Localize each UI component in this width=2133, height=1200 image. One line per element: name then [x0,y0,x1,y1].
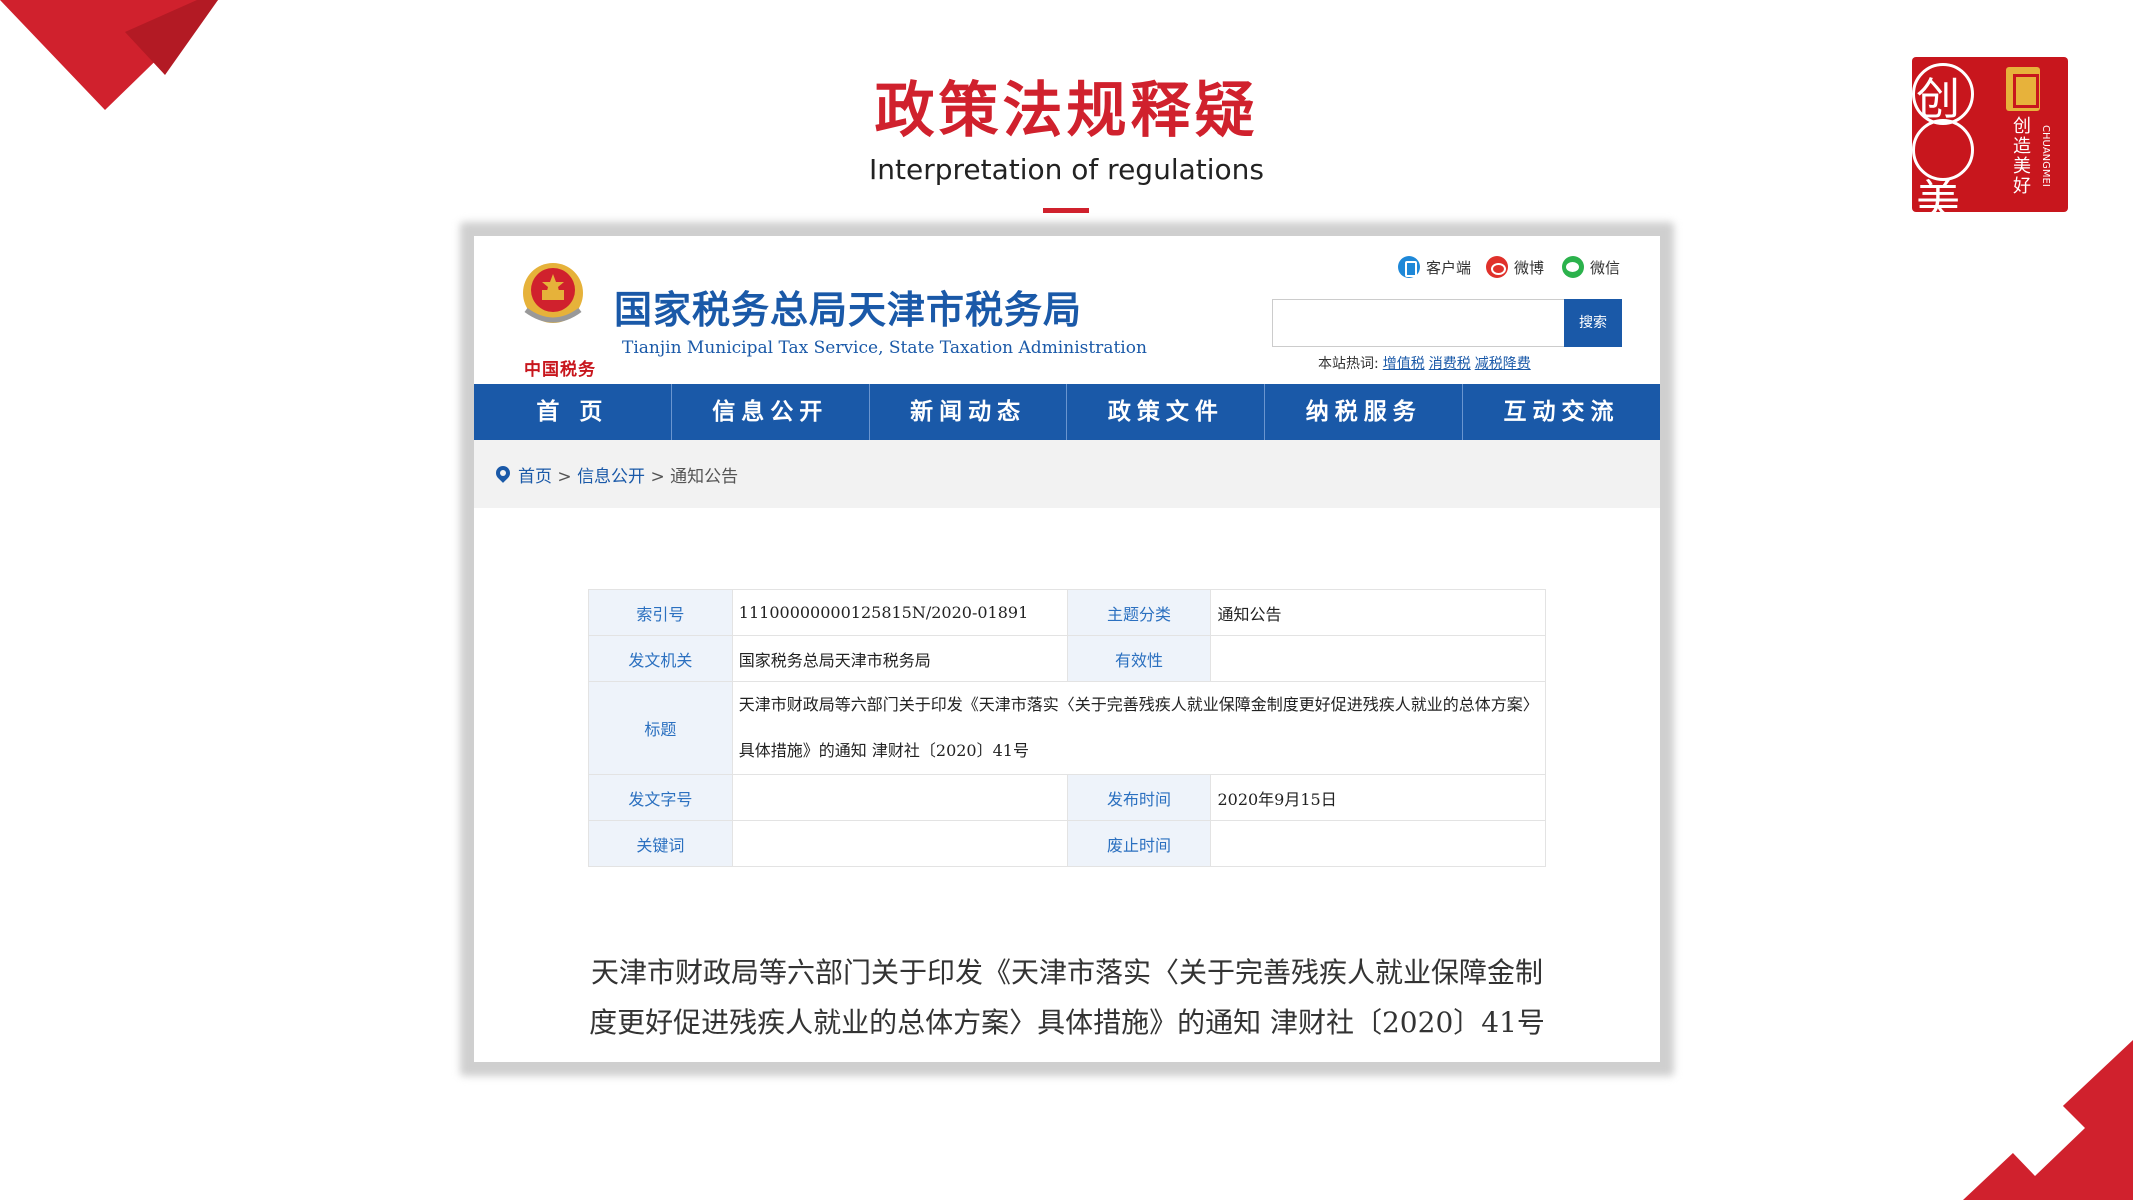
docno-value [731,774,1068,821]
nav-tax-service[interactable]: 纳税服务 [1265,384,1464,440]
breadcrumb-home[interactable]: 首页 [518,467,552,487]
slide-title: 政策法规释疑 [874,76,1259,146]
client-icon [1398,256,1420,278]
wechat-label: 微信 [1590,258,1621,277]
title-label: 标题 [588,681,733,775]
topic-value: 通知公告 [1210,589,1546,636]
wechat-link[interactable]: 微信 [1562,256,1620,278]
keywords-value [731,820,1068,867]
nav-news[interactable]: 新闻动态 [870,384,1068,440]
logo-seal-icon [2006,67,2040,111]
search-input[interactable] [1272,299,1566,347]
expire-value [1210,820,1546,867]
slide-subtitle: Interpretation of regulations [869,153,1264,186]
table-row: 发文字号 发布时间 2020年9月15日 [588,774,1546,821]
issuer-label: 发文机关 [588,635,733,682]
breadcrumb-section[interactable]: 信息公开 [577,467,645,487]
website-screenshot: 中国税务 国家税务总局天津市税务局 Tianjin Municipal Tax … [474,236,1660,1062]
logo-char-bottom: 美 [1916,176,1960,212]
logo-vertical-en: CHUANGMEI [2040,125,2051,187]
index-value: 11100000000125815N/2020-01891 [731,589,1068,636]
validity-label: 有效性 [1066,635,1212,682]
weibo-label: 微博 [1514,258,1545,277]
location-pin-icon [493,463,513,483]
client-link[interactable]: 客户端 [1398,256,1471,278]
expire-label: 废止时间 [1066,820,1212,867]
search-button[interactable]: 搜索 [1564,299,1622,347]
site-header: 中国税务 国家税务总局天津市税务局 Tianjin Municipal Tax … [474,236,1660,384]
breadcrumb-current: 通知公告 [670,467,739,487]
breadcrumb-separator: > [650,467,665,487]
hot-words: 本站热词: 增值税 消费税 减税降费 [1318,353,1531,373]
validity-value [1210,635,1546,682]
nav-home[interactable]: 首 页 [474,384,672,440]
table-row: 发文机关 国家税务总局天津市税务局 有效性 [588,635,1546,682]
title-value: 天津市财政局等六部门关于印发《天津市落实〈关于完善残疾人就业保障金制度更好促进残… [731,681,1547,775]
logo-char-top: 创 [1916,74,1960,125]
main-nav: 首 页 信息公开 新闻动态 政策文件 纳税服务 互动交流 [474,384,1660,440]
document-title: 天津市财政局等六部门关于印发《天津市落实〈关于完善残疾人就业保障金制 度更好促进… [474,948,1660,1048]
pubdate-value: 2020年9月15日 [1210,774,1546,821]
table-row: 标题 天津市财政局等六部门关于印发《天津市落实〈关于完善残疾人就业保障金制度更好… [588,681,1547,775]
table-row: 关键词 废止时间 [588,820,1546,867]
hot-word-link[interactable]: 消费税 [1429,356,1471,372]
issuer-value: 国家税务总局天津市税务局 [731,635,1068,682]
weibo-icon [1486,256,1508,278]
breadcrumb-trail: 首页 > 信息公开 > 通知公告 [518,462,738,487]
hot-word-link[interactable]: 减税降费 [1475,356,1531,372]
logo-vertical-text: 创造美好 [2013,116,2031,197]
nav-policy-docs[interactable]: 政策文件 [1067,384,1266,440]
site-name-en: Tianjin Municipal Tax Service, State Tax… [622,338,1147,358]
hot-words-label: 本站热词: [1318,356,1379,372]
document-title-line: 天津市财政局等六部门关于印发《天津市落实〈关于完善残疾人就业保障金制 [590,956,1543,989]
national-emblem-icon [523,263,583,323]
hot-word-link[interactable]: 增值税 [1383,356,1425,372]
emblem-caption: 中国税务 [524,360,596,380]
table-row: 索引号 11100000000125815N/2020-01891 主题分类 通… [588,589,1546,636]
keywords-label: 关键词 [588,820,733,867]
pubdate-label: 发布时间 [1066,774,1212,821]
docno-label: 发文字号 [588,774,733,821]
breadcrumb-separator: > [557,467,572,487]
document-title-line: 度更好促进残疾人就业的总体方案〉具体措施》的通知 津财社〔2020〕41号 [589,1006,1545,1039]
title-underline [1043,208,1089,213]
index-label: 索引号 [588,589,733,636]
nav-interaction[interactable]: 互动交流 [1463,384,1660,440]
nav-info-disclosure[interactable]: 信息公开 [672,384,870,440]
document-metadata-table: 索引号 11100000000125815N/2020-01891 主题分类 通… [588,589,1547,867]
weibo-link[interactable]: 微博 [1486,256,1544,278]
client-label: 客户端 [1426,258,1472,277]
corner-decoration-bottom-right [1963,1040,2133,1200]
breadcrumb: 首页 > 信息公开 > 通知公告 [474,440,1660,508]
topic-label: 主题分类 [1066,589,1212,636]
site-name[interactable]: 国家税务总局天津市税务局 [614,279,1082,334]
brand-logo: 创 美 创造美好 CHUANGMEI [1912,57,2068,212]
wechat-icon [1562,256,1584,278]
